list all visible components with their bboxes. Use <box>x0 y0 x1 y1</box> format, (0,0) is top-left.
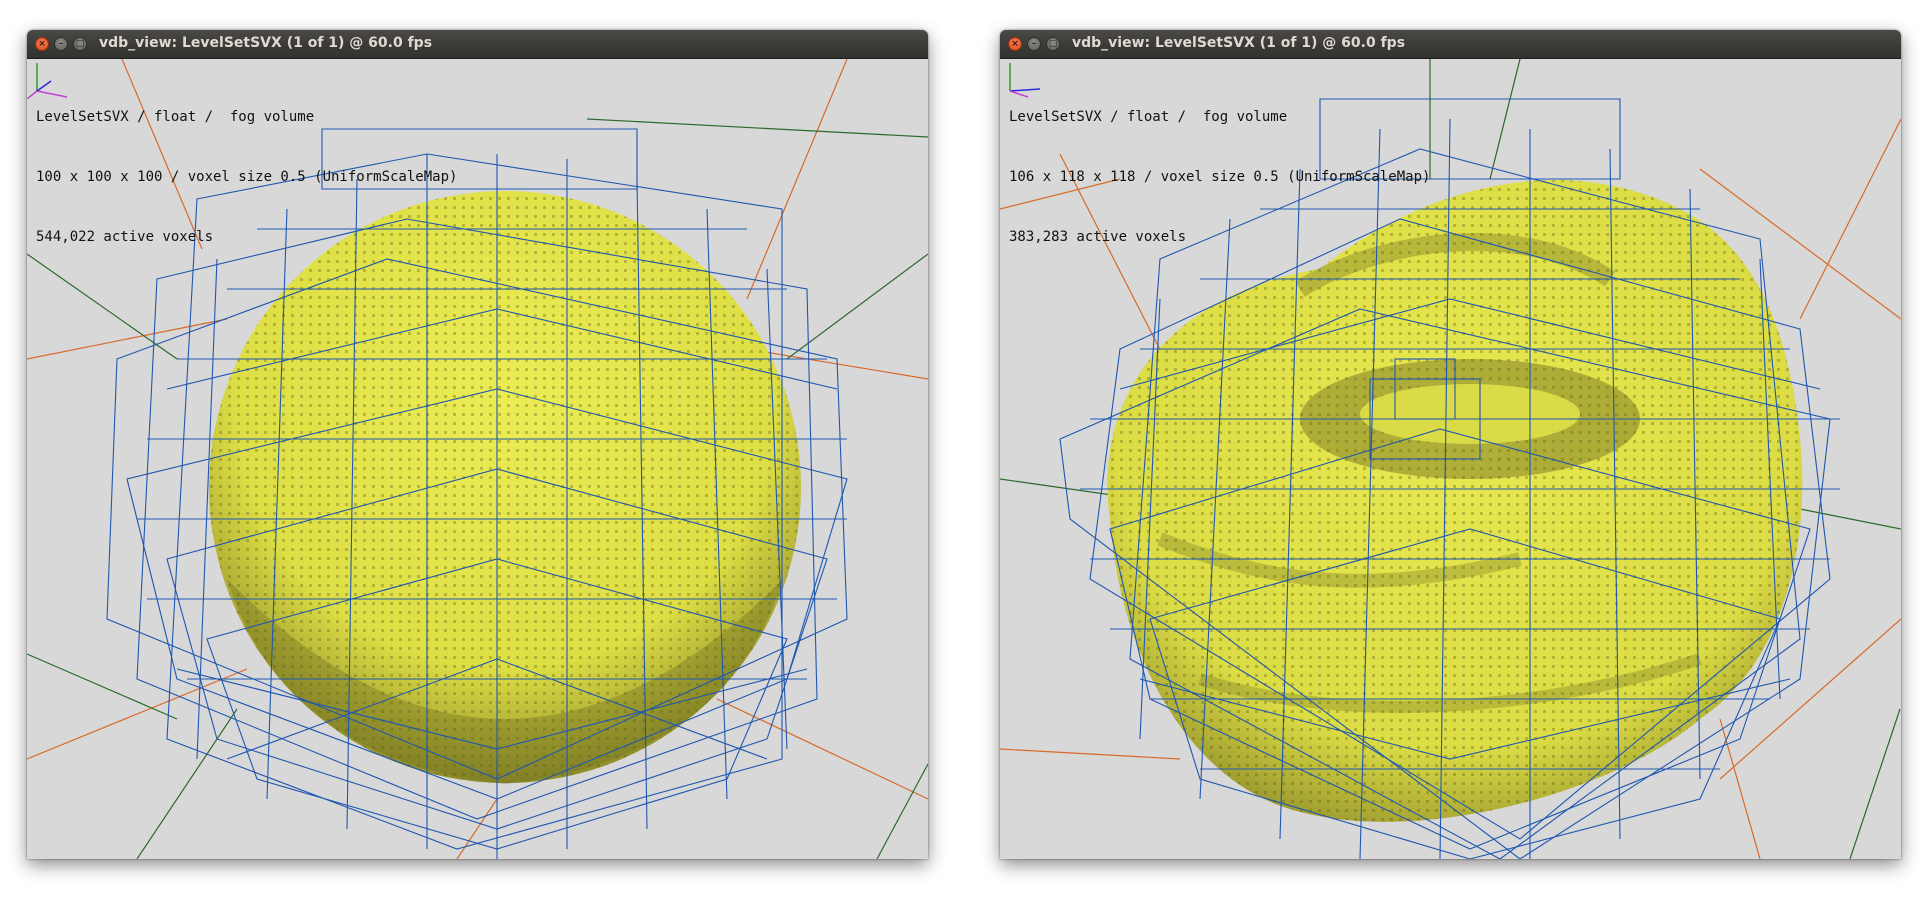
close-icon[interactable]: × <box>1008 37 1022 51</box>
window-titlebar[interactable]: × – □ vdb_view: LevelSetSVX (1 of 1) @ 6… <box>1000 30 1901 59</box>
active-voxels-label: 544,022 active voxels <box>36 229 214 245</box>
axis-gizmo-icon <box>1009 63 1041 98</box>
maximize-icon[interactable]: □ <box>1046 37 1060 51</box>
minimize-icon[interactable]: – <box>54 37 68 51</box>
grid-dimensions-label: 100 x 100 x 100 / voxel size 0.5 (Unifor… <box>36 169 458 185</box>
3d-viewport[interactable]: LevelSetSVX / float / fog volume 100 x 1… <box>27 59 928 859</box>
grid-type-label: LevelSetSVX / float / fog volume <box>1009 109 1288 125</box>
viewer-window-left: × – □ vdb_view: LevelSetSVX (1 of 1) @ 6… <box>27 30 928 859</box>
scene-info: LevelSetSVX / float / fog volume 100 x 1… <box>36 67 457 287</box>
viewer-window-right: × – □ vdb_view: LevelSetSVX (1 of 1) @ 6… <box>1000 30 1901 859</box>
window-title: vdb_view: LevelSetSVX (1 of 1) @ 60.0 fp… <box>1072 35 1406 51</box>
close-icon[interactable]: × <box>35 37 49 51</box>
active-voxels-label: 383,283 active voxels <box>1009 229 1187 245</box>
grid-type-label: LevelSetSVX / float / fog volume <box>36 109 315 125</box>
scene-info: LevelSetSVX / float / fog volume 106 x 1… <box>1009 67 1430 287</box>
maximize-icon[interactable]: □ <box>73 37 87 51</box>
minimize-icon[interactable]: – <box>1027 37 1041 51</box>
grid-dimensions-label: 106 x 118 x 118 / voxel size 0.5 (Unifor… <box>1009 169 1431 185</box>
window-titlebar[interactable]: × – □ vdb_view: LevelSetSVX (1 of 1) @ 6… <box>27 30 928 59</box>
axis-gizmo-icon <box>27 63 68 99</box>
window-title: vdb_view: LevelSetSVX (1 of 1) @ 60.0 fp… <box>99 35 433 51</box>
3d-viewport[interactable]: LevelSetSVX / float / fog volume 106 x 1… <box>1000 59 1901 859</box>
